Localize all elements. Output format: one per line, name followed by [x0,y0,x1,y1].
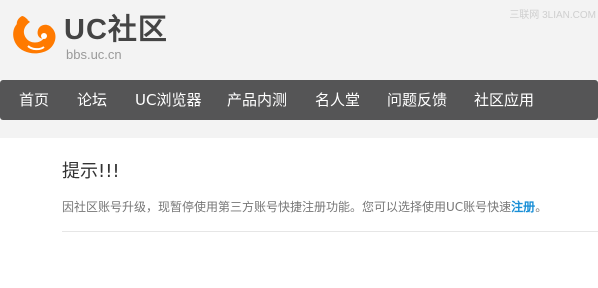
watermark-text: 三联网 3LIAN.COM [509,10,596,21]
content-gap [0,120,598,138]
site-header: UC社区 bbs.uc.cn 三联网 3LIAN.COM [0,0,598,80]
nav-item-hall-of-fame[interactable]: 名人堂 [315,80,360,120]
notice-message-text: 因社区账号升级，现暂停使用第三方账号快捷注册功能。您可以选择使用UC账号快速 [62,200,512,214]
nav-item-uc-browser[interactable]: UC浏览器 [135,80,201,120]
notice-divider [62,231,598,232]
notice-title: 提示!!! [62,161,120,182]
nav-item-feedback[interactable]: 问题反馈 [387,80,447,120]
register-link[interactable]: 注册 [511,200,535,214]
site-domain: bbs.uc.cn [66,47,122,62]
nav-item-community-apps[interactable]: 社区应用 [474,80,534,120]
uc-squirrel-logo-icon[interactable] [8,12,60,58]
nav-item-product-beta[interactable]: 产品内测 [227,80,287,120]
nav-item-home[interactable]: 首页 [19,80,49,120]
nav-item-forum[interactable]: 论坛 [77,80,107,120]
main-nav: 首页 论坛 UC浏览器 产品内测 名人堂 问题反馈 社区应用 [0,80,598,120]
site-logo-text[interactable]: UC社区 [64,13,168,47]
notice-message: 因社区账号升级，现暂停使用第三方账号快捷注册功能。您可以选择使用UC账号快速注册… [62,199,547,215]
notice-message-suffix: 。 [535,200,548,214]
